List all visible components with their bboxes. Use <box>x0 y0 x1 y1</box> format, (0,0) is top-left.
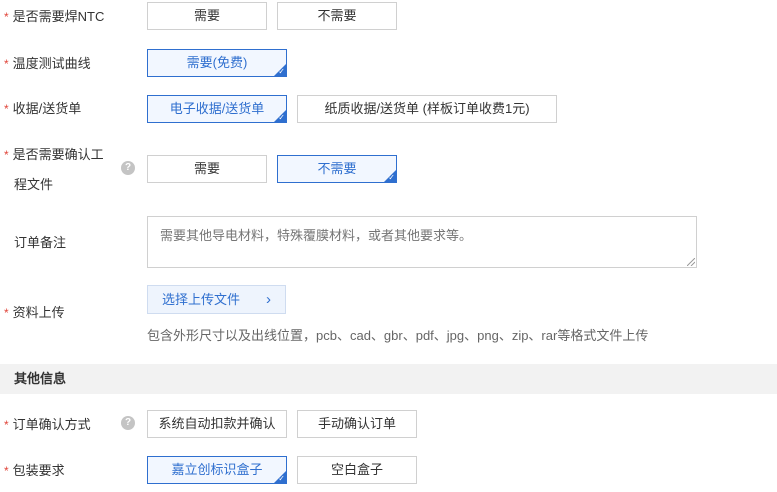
confirm-eng-option-no-need[interactable]: 不需要 ✓ <box>277 155 397 183</box>
upload-hint: 包含外形尺寸以及出线位置，pcb、cad、gbr、pdf、jpg、png、zip… <box>147 328 649 343</box>
check-corner-icon: ✓ <box>388 173 395 182</box>
check-corner-icon: ✓ <box>278 67 285 76</box>
required-mark: * <box>4 418 9 432</box>
receipt-label: * 收据/送货单 <box>4 101 82 116</box>
remark-textarea[interactable] <box>147 216 697 268</box>
packaging-option-jlc-box[interactable]: 嘉立创标识盒子 ✓ <box>147 456 287 484</box>
required-mark: * <box>4 10 9 24</box>
option-label: 需要(免费) <box>186 55 248 70</box>
confirm-eng-label-line2: 程文件 <box>14 177 54 192</box>
order-confirm-label: * 订单确认方式 <box>4 417 91 432</box>
packaging-option-blank-box[interactable]: 空白盒子 <box>297 456 417 484</box>
option-label: 电子收据/送货单 <box>169 101 265 116</box>
packaging-label: * 包装要求 <box>4 463 65 478</box>
option-label: 嘉立创标识盒子 <box>171 462 263 477</box>
confirm-eng-option-need[interactable]: 需要 <box>147 155 267 183</box>
question-circle-icon[interactable]: ? <box>121 416 135 430</box>
ntc-option-need[interactable]: 需要 <box>147 2 267 30</box>
ntc-option-no-need[interactable]: 不需要 <box>277 2 397 30</box>
receipt-option-paper[interactable]: 纸质收据/送货单 (样板订单收费1元) <box>297 95 557 123</box>
other-info-section-header: 其他信息 <box>0 364 777 394</box>
ntc-label: * 是否需要焊NTC <box>4 9 105 24</box>
check-corner-icon: ✓ <box>278 474 285 483</box>
receipt-option-electronic[interactable]: 电子收据/送货单 ✓ <box>147 95 287 123</box>
temp-curve-option-need-free[interactable]: 需要(免费) ✓ <box>147 49 287 77</box>
upload-button-label: 选择上传文件 <box>162 292 241 307</box>
section-title: 其他信息 <box>14 371 67 386</box>
confirm-eng-label-line1: * 是否需要确认工 <box>4 147 104 162</box>
order-confirm-option-auto[interactable]: 系统自动扣款并确认 <box>147 410 287 438</box>
required-mark: * <box>4 306 9 320</box>
required-mark: * <box>4 57 9 71</box>
upload-label: * 资料上传 <box>4 305 65 320</box>
required-mark: * <box>4 102 9 116</box>
remark-label: 订单备注 <box>14 235 67 250</box>
resize-handle-icon[interactable] <box>687 258 695 266</box>
check-corner-icon: ✓ <box>278 113 285 122</box>
required-mark: * <box>4 464 9 478</box>
question-circle-icon[interactable]: ? <box>121 161 135 175</box>
upload-file-button[interactable]: 选择上传文件 › <box>147 285 286 314</box>
required-mark: * <box>4 148 9 162</box>
temp-curve-label: * 温度测试曲线 <box>4 56 91 71</box>
option-label: 不需要 <box>317 161 357 176</box>
order-confirm-option-manual[interactable]: 手动确认订单 <box>297 410 417 438</box>
chevron-right-icon: › <box>266 291 271 308</box>
